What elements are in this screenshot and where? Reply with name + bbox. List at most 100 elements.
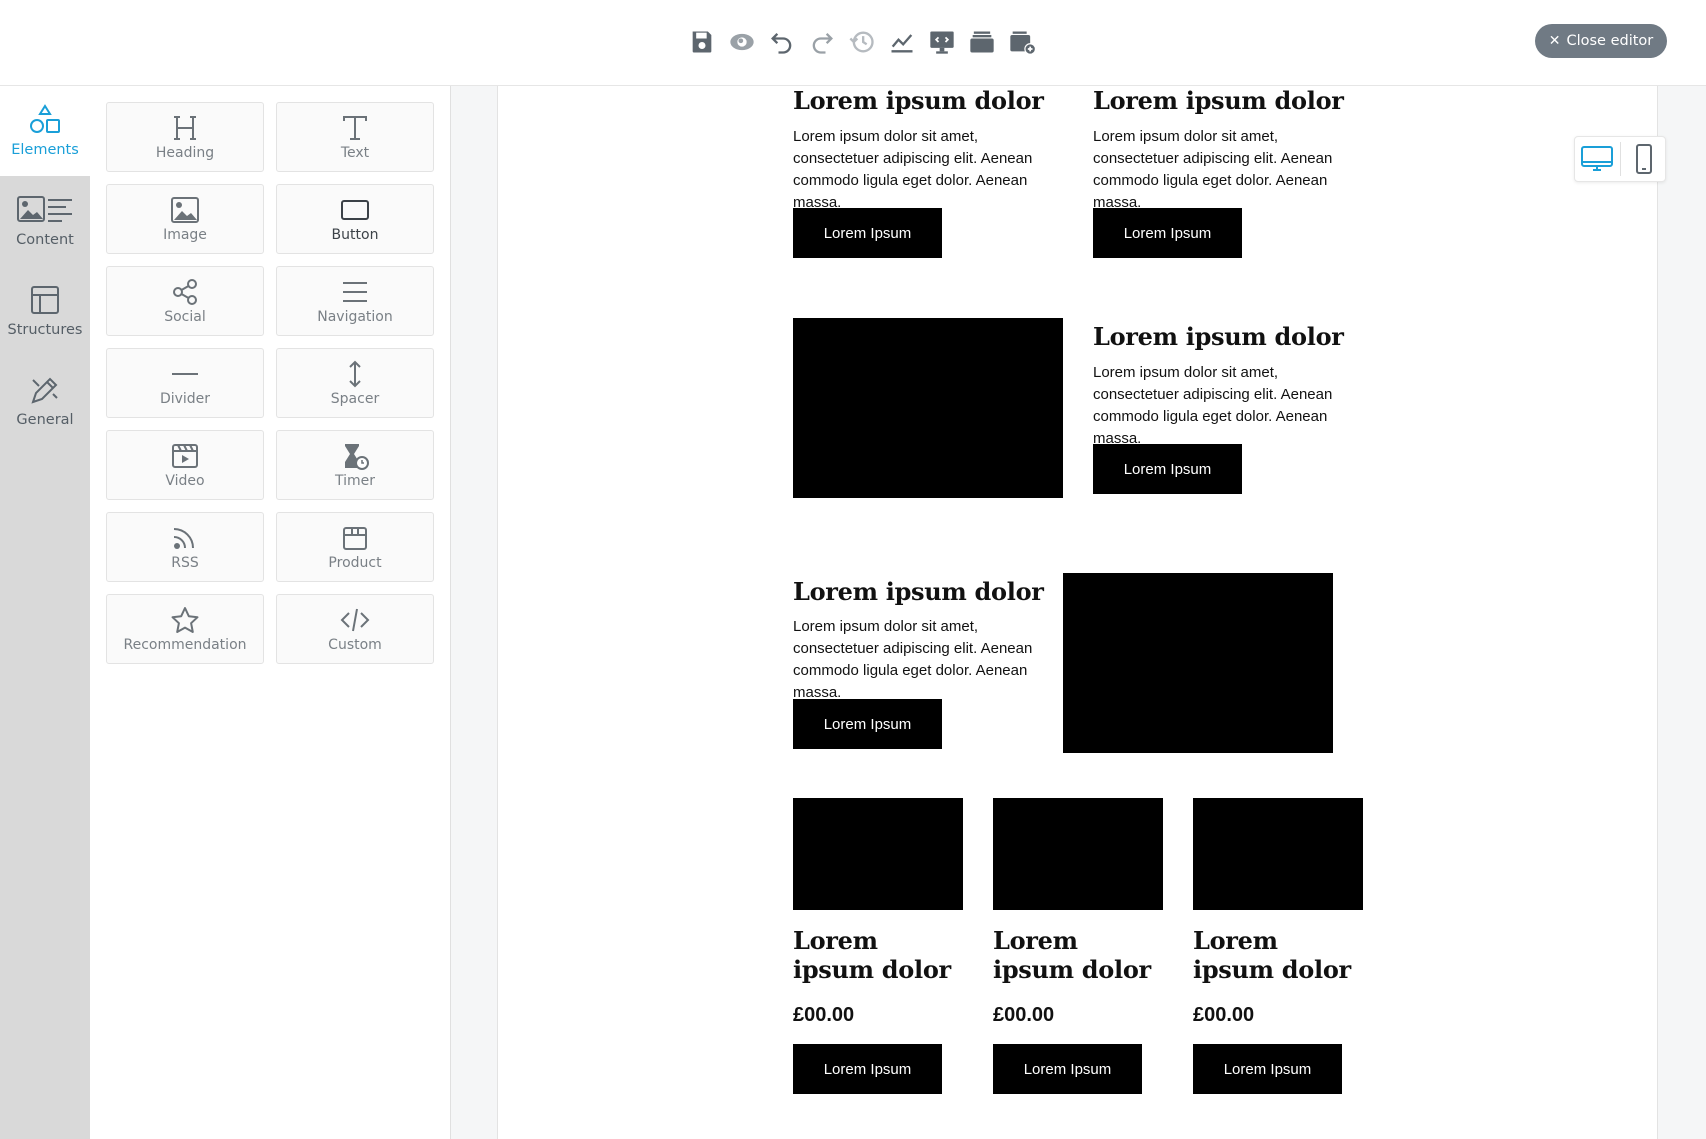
desktop-icon[interactable]	[1580, 142, 1614, 176]
element-tile-navigation[interactable]: Navigation	[276, 266, 434, 336]
block-button[interactable]: Lorem Ipsum	[1093, 444, 1242, 494]
element-tile-image[interactable]: Image	[106, 184, 264, 254]
vertical-arrows-icon	[349, 360, 361, 387]
element-tile-label: Timer	[334, 472, 376, 489]
block-button[interactable]: Lorem Ipsum	[1093, 208, 1242, 258]
element-tile-label: RSS	[171, 554, 199, 571]
element-tile-social[interactable]: Social	[106, 266, 264, 336]
element-tile-label: Recommendation	[123, 636, 247, 653]
element-tile-label: Social	[164, 308, 206, 325]
element-tile-product[interactable]: Product	[276, 512, 434, 582]
undo-icon[interactable]	[762, 24, 802, 60]
block-button[interactable]: Lorem Ipsum	[793, 208, 942, 258]
rail-label-elements: Elements	[11, 142, 79, 158]
top-toolbar: ✕ Close editor	[0, 0, 1706, 86]
element-tile-label: Product	[328, 554, 382, 571]
product-image[interactable]	[793, 798, 963, 910]
product-heading[interactable]: Lorem ipsum dolor	[993, 926, 1163, 984]
product-button[interactable]: Lorem Ipsum	[793, 1044, 942, 1094]
general-icon	[31, 377, 58, 404]
redo-icon[interactable]	[802, 24, 842, 60]
block-image[interactable]	[1063, 573, 1333, 753]
display-icon[interactable]	[922, 24, 962, 60]
device-switch-divider	[1619, 142, 1621, 176]
hourglass-icon	[345, 443, 369, 470]
element-tile-label: Image	[163, 226, 207, 243]
rail-item-general[interactable]: General	[0, 356, 90, 446]
shapes-icon	[30, 104, 60, 133]
video-icon	[172, 443, 198, 468]
elements-panel: Heading Text Image Button Social Navigat…	[90, 86, 451, 1139]
menu-icon	[343, 281, 367, 302]
element-tile-custom[interactable]: Custom	[276, 594, 434, 664]
block-heading[interactable]: Lorem ipsum dolor	[793, 86, 1044, 115]
history-icon[interactable]	[842, 24, 882, 60]
save-icon[interactable]	[682, 24, 722, 60]
element-tile-text[interactable]: Text	[276, 102, 434, 172]
element-tile-label: Spacer	[330, 390, 380, 407]
structures-icon	[31, 286, 59, 314]
block-text[interactable]: Lorem ipsum dolor sit amet, consectetuer…	[1093, 362, 1365, 450]
close-editor-button[interactable]: ✕ Close editor	[1535, 24, 1667, 58]
star-icon	[171, 606, 199, 633]
product-heading[interactable]: Lorem ipsum dolor	[793, 926, 963, 984]
element-tile-label: Heading	[155, 144, 215, 161]
element-tile-divider[interactable]: Divider	[106, 348, 264, 418]
product-button[interactable]: Lorem Ipsum	[993, 1044, 1142, 1094]
add-template-icon[interactable]	[1002, 24, 1042, 60]
rail-label-content: Content	[16, 232, 74, 248]
share-icon	[173, 278, 197, 305]
block-text[interactable]: Lorem ipsum dolor sit amet, consectetuer…	[1093, 126, 1365, 214]
element-tile-video[interactable]: Video	[106, 430, 264, 500]
element-tile-label: Custom	[328, 636, 382, 653]
stats-icon[interactable]	[882, 24, 922, 60]
rail-item-elements[interactable]: Elements	[0, 86, 90, 176]
code-icon	[340, 608, 370, 631]
product-button[interactable]: Lorem Ipsum	[1193, 1044, 1342, 1094]
element-tile-label: Video	[165, 472, 205, 489]
rail-item-structures[interactable]: Structures	[0, 266, 90, 356]
image-icon	[171, 196, 199, 223]
button-icon	[341, 199, 369, 220]
preview-icon[interactable]	[722, 24, 762, 60]
product-heading[interactable]: Lorem ipsum dolor	[1193, 926, 1363, 984]
product-price[interactable]: £00.00	[793, 1004, 854, 1027]
block-heading[interactable]: Lorem ipsum dolor	[793, 577, 1044, 606]
block-text[interactable]: Lorem ipsum dolor sit amet, consectetuer…	[793, 616, 1065, 704]
mobile-icon[interactable]	[1627, 142, 1661, 176]
close-icon: ✕	[1548, 33, 1561, 49]
block-heading[interactable]: Lorem ipsum dolor	[1093, 86, 1344, 115]
product-image[interactable]	[993, 798, 1163, 910]
element-tile-button[interactable]: Button	[276, 184, 434, 254]
product-price[interactable]: £00.00	[1193, 1004, 1254, 1027]
block-button[interactable]: Lorem Ipsum	[793, 699, 942, 749]
product-image[interactable]	[1193, 798, 1363, 910]
block-text[interactable]: Lorem ipsum dolor sit amet, consectetuer…	[793, 126, 1065, 214]
product-price[interactable]: £00.00	[993, 1004, 1054, 1027]
element-tile-recommendation[interactable]: Recommendation	[106, 594, 264, 664]
element-tile-label: Text	[340, 144, 370, 161]
element-tile-label: Button	[331, 226, 379, 243]
block-image[interactable]	[793, 318, 1063, 498]
close-editor-label: Close editor	[1566, 33, 1654, 49]
divider-icon	[172, 372, 198, 375]
content-icon	[17, 196, 72, 222]
element-tile-label: Navigation	[317, 308, 393, 325]
element-tile-rss[interactable]: RSS	[106, 512, 264, 582]
rss-icon	[173, 527, 194, 549]
element-tile-timer[interactable]: Timer	[276, 430, 434, 500]
toolbar-icons	[682, 24, 1042, 60]
block-heading[interactable]: Lorem ipsum dolor	[1093, 322, 1344, 351]
email-preview: Lorem ipsum dolor Lorem ipsum dolor sit …	[497, 86, 1658, 1139]
stack-icon[interactable]	[962, 24, 1002, 60]
device-switcher	[1574, 136, 1666, 182]
heading-icon	[174, 115, 196, 140]
box-icon	[343, 526, 367, 550]
rail-label-structures: Structures	[7, 322, 83, 338]
element-tile-spacer[interactable]: Spacer	[276, 348, 434, 418]
left-rail: Elements Content Structures General	[0, 86, 90, 1139]
rail-label-general: General	[16, 412, 74, 428]
element-tile-heading[interactable]: Heading	[106, 102, 264, 172]
rail-item-content[interactable]: Content	[0, 176, 90, 266]
text-icon	[343, 115, 367, 140]
